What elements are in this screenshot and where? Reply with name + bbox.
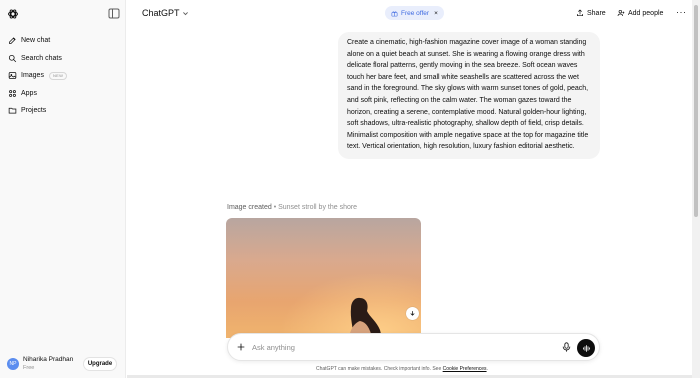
image-title: Sunset stroll by the shore xyxy=(278,204,358,211)
chat-input[interactable] xyxy=(252,340,552,354)
search-icon xyxy=(8,54,17,62)
generated-image[interactable] xyxy=(226,218,421,338)
image-icon xyxy=(8,72,17,80)
model-selector[interactable]: ChatGPT xyxy=(142,8,189,18)
add-people-label: Add people xyxy=(628,9,664,17)
user-message: Create a cinematic, high-fashion magazin… xyxy=(338,32,600,159)
plus-icon[interactable] xyxy=(236,342,246,352)
sidebar-item-label: Search chats xyxy=(21,54,62,62)
voice-mode-button[interactable] xyxy=(577,339,595,357)
openai-logo-icon[interactable] xyxy=(7,8,19,20)
image-caption: Image created • Sunset stroll by the sho… xyxy=(227,204,357,211)
user-profile[interactable]: NP Niharika Pradhan Free Upgrade xyxy=(0,350,126,378)
sidebar-item-label: Apps xyxy=(21,89,37,97)
more-options-icon[interactable]: ··· xyxy=(676,7,687,17)
new-badge: NEW xyxy=(48,71,68,80)
composer xyxy=(227,333,600,361)
top-bar: ChatGPT Free offer × Share Add people ··… xyxy=(126,0,700,28)
edit-icon xyxy=(9,37,16,45)
chevron-down-icon xyxy=(182,11,188,15)
sunset-beach-image xyxy=(226,218,421,338)
disclaimer-text: ChatGPT can make mistakes. Check importa… xyxy=(316,366,443,372)
microphone-icon[interactable] xyxy=(562,342,571,352)
cookie-preferences-link[interactable]: Cookie Preferences xyxy=(443,366,487,372)
disclaimer-end: . xyxy=(486,366,488,372)
disclaimer: ChatGPT can make mistakes. Check importa… xyxy=(316,366,488,372)
scrollbar-thumb[interactable] xyxy=(694,5,698,217)
sidebar-item-new-chat[interactable]: New chat xyxy=(0,32,126,50)
share-button[interactable]: Share xyxy=(576,9,606,17)
gift-icon xyxy=(391,10,398,16)
image-status: Image created xyxy=(227,204,272,211)
close-icon[interactable]: × xyxy=(434,10,438,17)
sidebar-item-search-chats[interactable]: Search chats xyxy=(0,50,126,68)
upgrade-button[interactable]: Upgrade xyxy=(83,357,117,371)
sidebar-item-images[interactable]: Images NEW xyxy=(0,67,126,85)
user-name: Niharika Pradhan xyxy=(23,356,74,363)
free-offer-badge[interactable]: Free offer × xyxy=(385,6,444,20)
sidebar-item-label: Images xyxy=(21,72,44,80)
add-people-button[interactable]: Add people xyxy=(617,9,663,17)
sidebar-toggle-icon[interactable] xyxy=(108,8,120,19)
avatar[interactable]: NP xyxy=(7,358,19,370)
offer-label: Free offer xyxy=(401,9,430,17)
apps-grid-icon xyxy=(9,89,16,97)
folder-icon xyxy=(8,108,17,114)
sidebar-item-apps[interactable]: Apps xyxy=(0,85,126,103)
sidebar: New chat Search chats Images NEW Apps Pr… xyxy=(0,0,126,378)
sidebar-item-label: New chat xyxy=(21,37,51,45)
download-icon xyxy=(410,311,415,316)
download-button[interactable] xyxy=(406,307,419,320)
add-person-icon xyxy=(617,10,625,17)
user-plan: Free xyxy=(23,365,35,371)
sidebar-item-label: Projects xyxy=(21,107,47,115)
share-label: Share xyxy=(587,9,606,17)
sidebar-item-projects[interactable]: Projects xyxy=(0,102,126,120)
sidebar-nav: New chat Search chats Images NEW Apps Pr… xyxy=(0,32,126,120)
share-icon xyxy=(577,9,583,16)
model-name: ChatGPT xyxy=(142,8,180,18)
waveform-icon xyxy=(582,344,590,352)
